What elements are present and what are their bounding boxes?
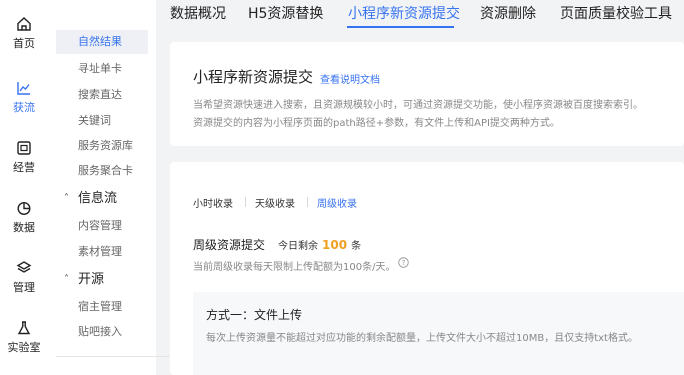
tab-resource-delete[interactable]: 资源删除 <box>480 2 536 26</box>
rail-label: 首页 <box>13 37 35 50</box>
subnav-item-natural-results[interactable]: 自然结果 <box>56 30 148 54</box>
divider <box>307 197 308 207</box>
subnav-group-open-source[interactable]: ˄ 开源 <box>56 268 148 292</box>
page-title: 小程序新资源提交 <box>193 68 314 86</box>
rail-item-traffic[interactable]: 获流 <box>0 80 48 115</box>
active-tab-indicator <box>347 26 454 28</box>
flask-icon <box>17 321 31 335</box>
subnav-item-search-direct[interactable]: 搜索直达 <box>56 83 148 107</box>
quota-value: 100 <box>322 238 348 252</box>
subnav-item-keywords[interactable]: 关键词 <box>56 109 148 133</box>
rail-label: 经营 <box>13 161 35 174</box>
section-title: 周级资源提交 <box>193 238 266 252</box>
rail-item-operation[interactable]: 经营 <box>0 140 48 175</box>
rail-item-manage[interactable]: 管理 <box>0 260 48 295</box>
method-description: 每次上传资源量不能超过对应功能的剩余配额量，上传文件大小不超过10MB，且仅支持… <box>206 333 638 344</box>
subnav-item-service-aggregate[interactable]: 服务聚合卡 <box>56 159 148 183</box>
quota-suffix: 条 <box>351 241 362 252</box>
doc-link[interactable]: 查看说明文档 <box>320 71 380 86</box>
subnav-item-host-manage[interactable]: 宿主管理 <box>56 295 148 319</box>
tab-quality-check-tool[interactable]: 页面质量校验工具 <box>560 2 672 26</box>
intro-card: 小程序新资源提交 查看说明文档 当希望资源快速进入搜索，且资源规模较小时，可通过… <box>170 42 684 146</box>
svg-text:?: ? <box>402 258 406 267</box>
page-tabs: 数据概况 H5资源替换 小程序新资源提交 资源删除 页面质量校验工具 <box>156 0 684 28</box>
rail-label: 数据 <box>13 221 35 234</box>
subnav-item-material-manage[interactable]: 素材管理 <box>56 240 148 264</box>
subnav-group-label: 开源 <box>78 272 105 287</box>
primary-nav-rail: 首页 获流 经营 数据 管理 实验室 <box>0 0 49 375</box>
home-icon <box>17 17 31 31</box>
tab-miniprogram-submit[interactable]: 小程序新资源提交 <box>348 2 460 26</box>
trend-chart-icon <box>17 82 30 95</box>
rail-item-home[interactable]: 首页 <box>0 16 48 51</box>
subnav-item-addressing-card[interactable]: 寻址单卡 <box>56 57 148 81</box>
submit-card: 小时收录 天级收录 周级收录 周级资源提交 今日剩余 100 条 当前周级收录每天限… <box>170 162 684 375</box>
subnav-item-tieba-access[interactable]: 贴吧接入 <box>56 320 148 344</box>
rail-label: 获流 <box>13 101 35 114</box>
subnav-group-label: 信息流 <box>78 191 118 206</box>
secondary-sidebar: 自然结果 寻址单卡 搜索直达 关键词 服务资源库 服务聚合卡 ˄ 信息流 内容管… <box>48 0 196 375</box>
tab-data-overview[interactable]: 数据概况 <box>170 2 226 26</box>
rail-item-lab[interactable]: 实验室 <box>0 320 48 355</box>
freq-tab-weekly[interactable]: 周级收录 <box>317 195 357 210</box>
rail-item-data[interactable]: 数据 <box>0 200 48 235</box>
quota-limit-text: 当前周级收录每天限制上传配额为100条/天。 <box>193 262 396 273</box>
tab-h5-replace[interactable]: H5资源替换 <box>248 2 323 26</box>
quota-remaining: 今日剩余 100 条 <box>278 237 361 252</box>
intro-description-1: 当希望资源快速进入搜索，且资源规模较小时，可通过资源提交功能，使小程序资源被百度… <box>193 100 643 111</box>
divider <box>245 197 246 207</box>
help-icon[interactable]: ? <box>398 257 409 268</box>
freq-tab-hourly[interactable]: 小时收录 <box>193 195 233 210</box>
freq-tab-daily[interactable]: 天级收录 <box>255 195 295 210</box>
method-title: 方式一：文件上传 <box>206 308 303 322</box>
subnav-item-content-manage[interactable]: 内容管理 <box>56 214 148 238</box>
upload-method-box: 方式一：文件上传 每次上传资源量不能超过对应功能的剩余配额量，上传文件大小不超过… <box>193 292 684 375</box>
pie-chart-icon <box>17 201 31 216</box>
quota-prefix: 今日剩余 <box>278 241 318 252</box>
rail-label: 管理 <box>13 281 35 294</box>
subnav-group-feed[interactable]: ˄ 信息流 <box>56 187 148 211</box>
subnav-item-service-library[interactable]: 服务资源库 <box>56 134 148 158</box>
chevron-up-icon: ˄ <box>64 193 69 204</box>
intro-description-2: 资源提交的内容为小程序页面的path路径+参数，有文件上传和API提交两种方式。 <box>193 118 560 129</box>
layers-icon <box>16 261 32 273</box>
operation-icon <box>17 141 31 155</box>
chevron-up-icon: ˄ <box>64 274 69 285</box>
rail-label: 实验室 <box>7 341 41 354</box>
